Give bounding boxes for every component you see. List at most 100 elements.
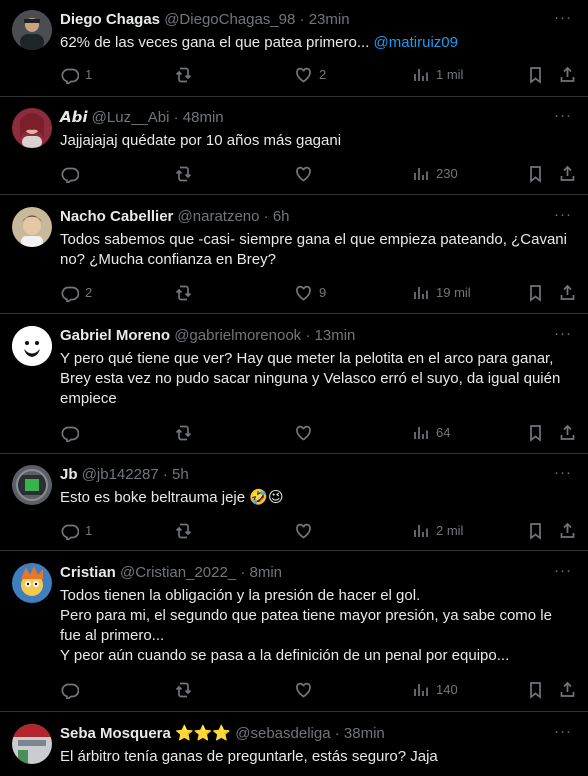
tweet[interactable]: Jb @jb142287 · 5h ··· Esto es boke beltr… <box>0 454 588 551</box>
retweet-icon <box>174 65 193 84</box>
reply-button[interactable]: 2 <box>60 282 92 302</box>
reply-icon <box>60 283 79 302</box>
display-name[interactable]: Nacho Cabellier <box>60 208 173 225</box>
more-icon[interactable]: ··· <box>554 562 572 579</box>
share-button[interactable] <box>558 520 577 540</box>
more-icon[interactable]: ··· <box>554 107 572 124</box>
tweet-text: Y pero qué tiene que ver? Hay que meter … <box>60 350 561 407</box>
views-button[interactable]: 140 <box>411 679 458 699</box>
avatar[interactable] <box>12 207 52 247</box>
like-button[interactable] <box>294 679 319 699</box>
reply-button[interactable]: 1 <box>60 64 92 84</box>
timestamp[interactable]: 23min <box>309 11 350 28</box>
handle[interactable]: @DiegoChagas_98 <box>164 11 295 28</box>
tweet-text: Todos sabemos que -casi- siempre gana el… <box>60 231 567 268</box>
bookmark-button[interactable] <box>526 679 545 699</box>
share-button[interactable] <box>558 64 577 84</box>
views-icon <box>411 65 430 84</box>
bookmark-icon <box>526 521 545 540</box>
timestamp[interactable]: 8min <box>250 564 283 581</box>
bookmark-button[interactable] <box>526 520 545 540</box>
bookmark-button[interactable] <box>526 64 545 84</box>
retweet-button[interactable] <box>174 422 199 442</box>
bookmark-button[interactable] <box>526 422 545 442</box>
retweet-button[interactable] <box>174 282 199 302</box>
tweet[interactable]: Gabriel Moreno @gabrielmorenook · 13min … <box>0 314 588 454</box>
views-button[interactable]: 64 <box>411 422 450 442</box>
display-name[interactable]: 𝘼𝙗𝙞 <box>60 109 88 126</box>
separator: · <box>240 564 246 581</box>
timestamp[interactable]: 6h <box>273 208 290 225</box>
display-name[interactable]: Cristian <box>60 564 116 581</box>
avatar[interactable] <box>12 563 52 603</box>
retweet-button[interactable] <box>174 64 199 84</box>
tweet-header: Cristian @Cristian_2022_ · 8min <box>60 563 282 583</box>
display-name[interactable]: Seba Mosquera ⭐⭐⭐ <box>60 725 231 742</box>
display-name[interactable]: Jb <box>60 466 78 483</box>
tweet-text: Jajjajajaj quédate por 10 años más gagan… <box>60 132 342 149</box>
bookmark-icon <box>526 283 545 302</box>
tweet[interactable]: 𝘼𝙗𝙞 @Luz__Abi · 48min ··· Jajjajajaj qué… <box>0 97 588 195</box>
share-button[interactable] <box>558 163 577 183</box>
reply-button[interactable] <box>60 422 85 442</box>
tweet[interactable]: Diego Chagas @DiegoChagas_98 · 23min ···… <box>0 0 588 97</box>
views-count: 2 mil <box>436 522 464 538</box>
retweet-button[interactable] <box>174 163 199 183</box>
views-button[interactable]: 19 mil <box>411 282 471 302</box>
views-icon <box>411 423 430 442</box>
reply-button[interactable] <box>60 163 85 183</box>
tweet-header: 𝘼𝙗𝙞 @Luz__Abi · 48min <box>60 108 224 128</box>
views-icon <box>411 521 430 540</box>
tweet-header: Gabriel Moreno @gabrielmorenook · 13min <box>60 326 355 346</box>
timestamp[interactable]: 13min <box>315 327 356 344</box>
retweet-button[interactable] <box>174 520 199 540</box>
display-name[interactable]: Diego Chagas <box>60 11 160 28</box>
handle[interactable]: @gabrielmorenook <box>174 327 301 344</box>
more-icon[interactable]: ··· <box>554 206 572 223</box>
display-name[interactable]: Gabriel Moreno <box>60 327 170 344</box>
views-button[interactable]: 2 mil <box>411 520 463 540</box>
handle[interactable]: @naratzeno <box>178 208 260 225</box>
like-button[interactable] <box>294 422 319 442</box>
action-bar: 230 <box>60 163 575 183</box>
action-bar: 140 <box>60 679 575 699</box>
reply-button[interactable]: 1 <box>60 520 92 540</box>
tweet-header: Seba Mosquera ⭐⭐⭐ @sebasdeliga · 38min <box>60 724 385 744</box>
views-button[interactable]: 1 mil <box>411 64 463 84</box>
reply-button[interactable] <box>60 679 85 699</box>
bookmark-button[interactable] <box>526 163 545 183</box>
tweet-header: Jb @jb142287 · 5h <box>60 465 189 485</box>
handle[interactable]: @Cristian_2022_ <box>120 564 236 581</box>
more-icon[interactable]: ··· <box>554 464 572 481</box>
share-button[interactable] <box>558 282 577 302</box>
timestamp[interactable]: 5h <box>172 466 189 483</box>
timestamp[interactable]: 48min <box>183 109 224 126</box>
handle[interactable]: @Luz__Abi <box>92 109 170 126</box>
share-icon <box>558 164 577 183</box>
more-icon[interactable]: ··· <box>554 325 572 342</box>
bookmark-button[interactable] <box>526 282 545 302</box>
like-button[interactable] <box>294 520 319 540</box>
avatar[interactable] <box>12 10 52 50</box>
handle[interactable]: @jb142287 <box>82 466 159 483</box>
avatar[interactable] <box>12 108 52 148</box>
tweet[interactable]: Cristian @Cristian_2022_ · 8min ··· Todo… <box>0 551 588 712</box>
tweet[interactable]: Seba Mosquera ⭐⭐⭐ @sebasdeliga · 38min ·… <box>0 712 588 776</box>
share-button[interactable] <box>558 422 577 442</box>
mention-link[interactable]: @matiruiz09 <box>374 34 458 51</box>
more-icon[interactable]: ··· <box>554 9 572 26</box>
avatar[interactable] <box>12 326 52 366</box>
share-button[interactable] <box>558 679 577 699</box>
handle[interactable]: @sebasdeliga <box>235 725 330 742</box>
more-icon[interactable]: ··· <box>554 723 572 740</box>
tweet[interactable]: Nacho Cabellier @naratzeno · 6h ··· Todo… <box>0 195 588 314</box>
like-button[interactable]: 9 <box>294 282 326 302</box>
retweet-button[interactable] <box>174 679 199 699</box>
reply-icon <box>60 65 79 84</box>
timestamp[interactable]: 38min <box>344 725 385 742</box>
like-button[interactable]: 2 <box>294 64 326 84</box>
like-button[interactable] <box>294 163 319 183</box>
views-button[interactable]: 230 <box>411 163 458 183</box>
avatar[interactable] <box>12 465 52 505</box>
avatar[interactable] <box>12 724 52 764</box>
